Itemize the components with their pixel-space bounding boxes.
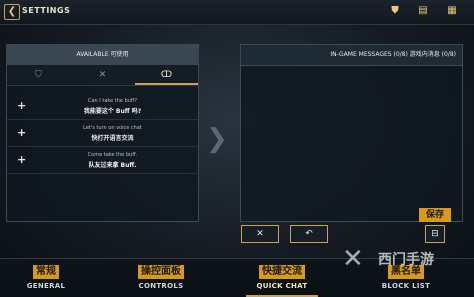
list-item[interactable]: + Let's turn on voice chat 快打开语言交流 [7, 120, 198, 147]
grid-menu-icon[interactable]: ▦ [445, 5, 459, 17]
watermark-logo-icon: ✕ [342, 244, 364, 274]
tab-general[interactable]: 常规 GENERAL [12, 259, 80, 297]
tab-quick-chat-zh: 快捷交流 [259, 265, 305, 279]
tab-quick-chat[interactable]: 快捷交流 QUICK CHAT [246, 259, 318, 297]
message-zh: 快打开语言交流 [91, 135, 134, 142]
message-en: Let's turn on voice chat [83, 125, 142, 131]
shield-icon[interactable]: ⛉ [7, 65, 70, 85]
undo-button[interactable]: ↶ [290, 225, 328, 243]
tab-controls-label: CONTROLS [138, 282, 184, 290]
watermark: ✕ 西门手游 [342, 244, 474, 274]
close-icon: ✕ [256, 229, 264, 239]
list-item[interactable]: + Come take the buff. 队友过来拿 Buff. [7, 147, 198, 174]
tab-controls[interactable]: 操控面板 CONTROLS [126, 259, 196, 297]
tab-block-list-label: BLOCK LIST [381, 282, 431, 290]
message-zh: 我能要这个 Buff 吗? [83, 108, 142, 115]
crossed-swords-icon[interactable]: ✕ [71, 65, 134, 85]
available-panel: AVAILABLE 可使用 ⛉ ✕ ↀ + Can I take the buf… [6, 44, 199, 222]
delete-button[interactable]: ✕ [241, 225, 279, 243]
tab-quick-chat-label: QUICK CHAT [256, 282, 308, 290]
list-item[interactable]: + Can I take the buff? 我能要这个 Buff 吗? [7, 93, 198, 120]
ingame-messages-panel: IN-GAME MESSAGES (0/8) 游戏内消息 (0/8) [240, 44, 463, 222]
chat-bubble-icon[interactable]: ▤ [416, 5, 430, 17]
message-zh: 队友过来拿 Buff. [88, 162, 137, 169]
save-label: 保存 [419, 208, 451, 222]
tab-general-label: GENERAL [26, 282, 66, 290]
add-icon[interactable]: + [17, 100, 26, 111]
available-panel-header: AVAILABLE 可使用 [7, 45, 198, 65]
category-tabs: ⛉ ✕ ↀ [7, 65, 198, 86]
save-button[interactable]: ⊟ [425, 225, 445, 243]
tab-general-zh: 常规 [33, 265, 59, 279]
ingame-panel-header: IN-GAME MESSAGES (0/8) 游戏内消息 (0/8) [241, 45, 462, 66]
message-en: Come take the buff. [87, 152, 138, 158]
top-bar: ❮ SETTINGS ⛊ ▤ ▦ [0, 0, 474, 25]
message-en: Can I take the buff? [87, 98, 138, 104]
save-icon: ⊟ [431, 229, 439, 239]
available-panel-title: AVAILABLE 可使用 [76, 51, 129, 58]
emote-icon[interactable]: ↀ [135, 65, 198, 85]
add-icon[interactable]: + [17, 154, 26, 165]
transfer-arrow-icon: ❯ [206, 124, 228, 154]
back-arrow-icon[interactable]: ❮ [4, 4, 20, 20]
undo-icon: ↶ [305, 229, 313, 239]
add-icon[interactable]: + [17, 127, 26, 138]
page-title: SETTINGS [22, 6, 71, 15]
badge-icon[interactable]: ⛊ [388, 5, 402, 17]
ingame-panel-title: IN-GAME MESSAGES (0/8) 游戏内消息 (0/8) [330, 51, 456, 58]
watermark-text: 西门手游 [378, 252, 434, 268]
tab-controls-zh: 操控面板 [138, 265, 184, 279]
